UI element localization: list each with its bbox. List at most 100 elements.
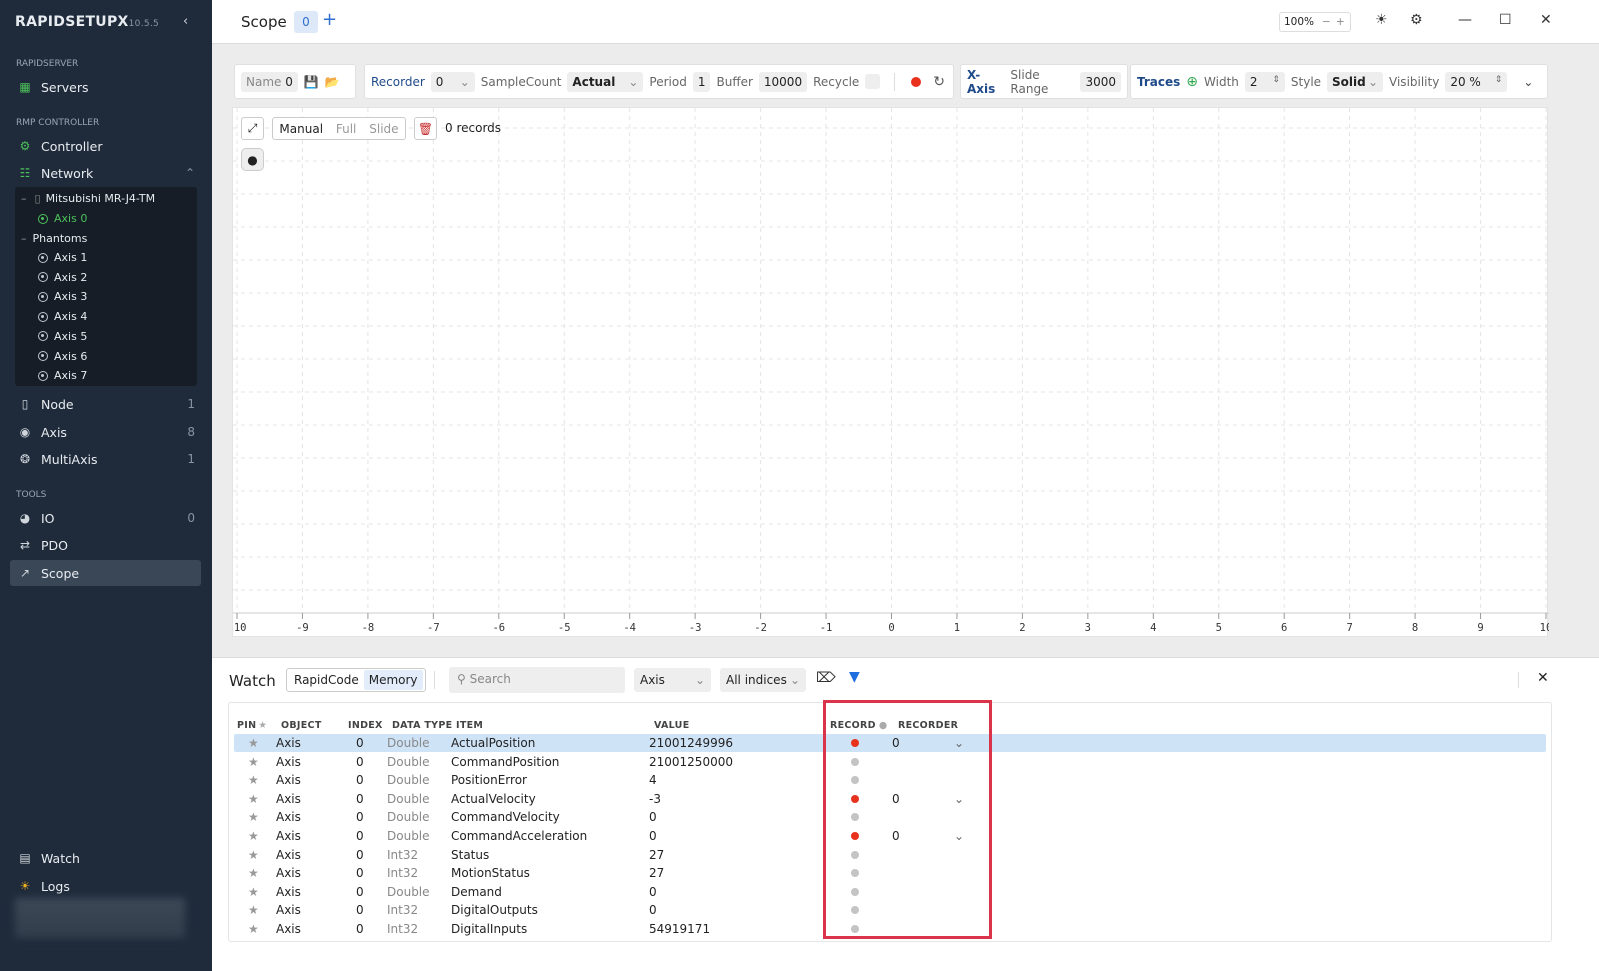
zoom-in-button[interactable]: + <box>1336 16 1345 28</box>
sidebar-item-io[interactable]: ◕ IO 0 <box>10 505 201 531</box>
column-header-index[interactable]: INDEX <box>348 720 383 731</box>
tree-axis-0[interactable]: Axis 0 <box>38 212 87 225</box>
visibility-stepper[interactable]: 20 % ⇕ <box>1445 71 1508 92</box>
maximize-button[interactable]: ☐ <box>1499 12 1512 28</box>
app-name: RAPIDSETUPX <box>15 14 129 30</box>
sidebar-item-watch[interactable]: ▤ Watch <box>10 845 201 871</box>
buffer-input[interactable]: 10000 <box>758 71 808 92</box>
tree-phantom-axis[interactable]: Axis 3 <box>38 290 87 303</box>
mode-full[interactable]: Full <box>336 122 357 136</box>
samplecount-select[interactable]: Actual ⌄ <box>567 71 644 92</box>
style-select[interactable]: Solid ⌄ <box>1327 71 1384 92</box>
pin-star-icon[interactable]: ★ <box>248 773 259 787</box>
sidebar-item-logs[interactable]: ☀ Logs <box>10 873 201 899</box>
sidebar-item-network[interactable]: ☷ Network ⌃ <box>10 160 201 186</box>
item-cell: ActualVelocity <box>451 791 536 806</box>
pin-star-icon[interactable]: ★ <box>248 922 259 936</box>
add-scope-button[interactable]: + <box>322 9 337 30</box>
pin-star-icon[interactable]: ★ <box>248 810 259 824</box>
sidebar-item-multiaxis[interactable]: ❂ MultiAxis 1 <box>10 446 201 472</box>
value: 20 % <box>1450 74 1481 89</box>
pin-star-icon[interactable]: ★ <box>248 755 259 769</box>
tree-phantom-axis[interactable]: Axis 4 <box>38 310 87 323</box>
sidebar-item-axis[interactable]: ◉ Axis 8 <box>10 419 201 445</box>
axis-icon <box>38 331 48 342</box>
mode-slide[interactable]: Slide <box>369 122 398 136</box>
sidebar-item-servers[interactable]: ▦ Servers <box>10 74 201 100</box>
index-cell: 0 <box>356 903 364 918</box>
mode-manual[interactable]: Manual <box>279 122 323 136</box>
recycle-checkbox[interactable] <box>865 74 881 89</box>
slide-range-input[interactable]: 3000 <box>1080 71 1121 92</box>
page-title: Scope <box>241 13 287 31</box>
filter-icon[interactable]: ▼ <box>849 669 860 685</box>
tree-phantom-axis[interactable]: Axis 2 <box>38 271 87 284</box>
width-stepper[interactable]: 2 ⇕ <box>1244 71 1285 92</box>
column-header-data-type[interactable]: DATA TYPE <box>392 720 452 731</box>
pin-star-icon[interactable]: ★ <box>248 792 259 806</box>
search-input[interactable]: ⚲ Search <box>449 667 625 693</box>
close-watch-button[interactable]: ✕ <box>1537 670 1549 686</box>
fit-view-icon[interactable]: ⤢ <box>241 117 264 140</box>
refresh-icon[interactable]: ↻ <box>933 74 945 90</box>
recorder-toolbar: Recorder 0 ⌄ SampleCount Actual ⌄ Period … <box>364 64 954 99</box>
zoom-out-button[interactable]: − <box>1322 16 1331 28</box>
x-tick-label: -2 <box>754 622 767 634</box>
tree-phantom-axis[interactable]: Axis 5 <box>38 330 87 343</box>
collapse-sidebar-icon[interactable]: ‹ <box>183 14 188 29</box>
scope-tab-count[interactable]: 0 <box>294 11 318 33</box>
recorder-select[interactable]: 0 ⌄ <box>430 71 475 92</box>
traces-label: Traces <box>1137 74 1181 89</box>
tree-phantom-axis[interactable]: Axis 7 <box>38 369 87 382</box>
column-header-pin[interactable]: PIN ★ <box>237 720 267 731</box>
scope-plot[interactable]: -10-9-8-7-6-5-4-3-2-1012345678910 ⤢ Manu… <box>232 107 1549 637</box>
sidebar-item-node[interactable]: ▯ Node 1 <box>10 391 201 417</box>
column-header-object[interactable]: OBJECT <box>281 720 322 731</box>
index-cell: 0 <box>356 922 364 936</box>
tab-memory[interactable]: Memory <box>363 670 423 690</box>
name-field[interactable]: Name 0 <box>241 71 298 92</box>
delete-records-icon[interactable]: 🗑 <box>414 117 437 140</box>
sidebar-item-pdo[interactable]: ⇄ PDO <box>10 532 201 558</box>
pin-star-icon[interactable]: ★ <box>248 866 259 880</box>
column-header-item[interactable]: ITEM <box>456 720 483 731</box>
close-window-button[interactable]: ✕ <box>1540 12 1552 28</box>
label: Axis 6 <box>54 349 88 363</box>
tab-rapidcode[interactable]: RapidCode <box>289 670 364 690</box>
label: Name <box>246 74 282 89</box>
record-button[interactable] <box>911 76 922 87</box>
tree-phantom-axis[interactable]: Axis 6 <box>38 350 87 363</box>
period-input[interactable]: 1 <box>692 71 711 92</box>
folder-open-icon[interactable]: 📂 <box>325 75 340 89</box>
column-header-value[interactable]: VALUE <box>654 720 689 731</box>
save-icon[interactable]: 💾 <box>304 75 319 89</box>
theme-sun-icon[interactable]: ☀ <box>1375 12 1388 28</box>
pin-star-icon[interactable]: ★ <box>248 848 259 862</box>
clear-filter-icon[interactable]: ⌦ <box>816 670 836 686</box>
gear-icon[interactable]: ⚙ <box>1410 12 1423 28</box>
minimize-button[interactable]: — <box>1458 12 1472 28</box>
sidebar-item-scope[interactable]: ↗ Scope <box>10 560 201 586</box>
item-cell: ActualPosition <box>451 736 536 750</box>
pin-star-icon[interactable]: ★ <box>248 829 259 843</box>
tree-phantom-axis[interactable]: Axis 1 <box>38 251 87 264</box>
datatype-cell: Int32 <box>387 922 419 936</box>
axis-icon: ◉ <box>19 425 31 439</box>
chevron-up-icon[interactable]: ⌃ <box>185 166 195 180</box>
object-filter-select[interactable]: Axis ⌄ <box>634 668 711 692</box>
tree-device[interactable]: – ▯ Mitsubishi MR-J4-TM <box>21 192 155 205</box>
pin-star-icon[interactable]: ★ <box>248 885 259 899</box>
placeholder: Search <box>469 672 511 686</box>
pin-star-icon[interactable]: ★ <box>248 903 259 917</box>
object-cell: Axis <box>276 847 301 862</box>
record-point-icon[interactable]: ● <box>241 148 264 171</box>
search-icon: ⚲ <box>457 672 466 686</box>
index-filter-select[interactable]: All indices ⌄ <box>720 668 806 692</box>
expand-toolbar-chevron-icon[interactable]: ⌄ <box>1523 75 1533 89</box>
tree-phantoms[interactable]: – Phantoms <box>21 232 87 245</box>
datatype-cell: Double <box>387 773 430 788</box>
pin-star-icon[interactable]: ★ <box>248 736 259 750</box>
x-tick-label: 3 <box>1085 622 1091 634</box>
add-trace-icon[interactable]: ⊕ <box>1186 74 1198 90</box>
sidebar-item-controller[interactable]: ⚙ Controller <box>10 133 201 159</box>
